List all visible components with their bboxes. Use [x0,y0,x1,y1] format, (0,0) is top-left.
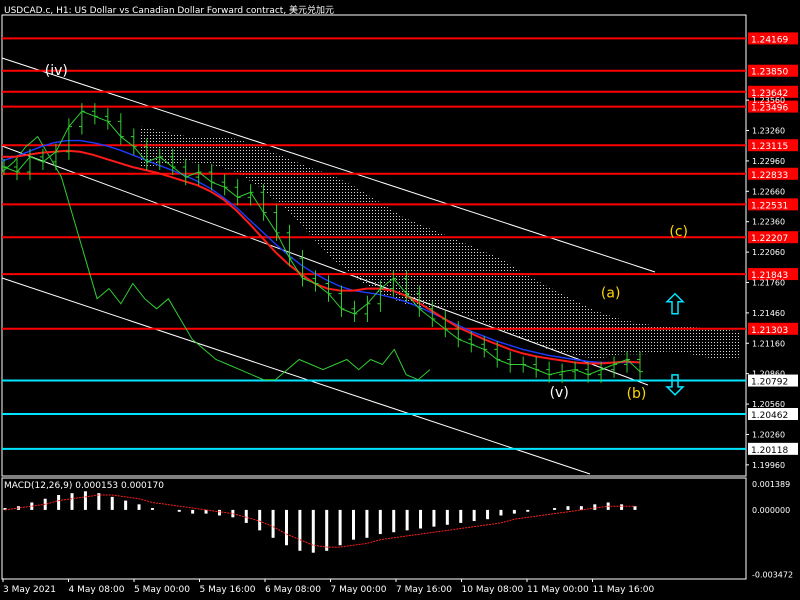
support-label-2: 1.20462 [751,411,788,421]
price-tick-label: 1.23560 [752,96,785,105]
wave-label: (iv) [45,63,68,79]
support-label-3: 1.20118 [751,446,788,456]
time-tick-label: 11 May 00:00 [527,585,589,595]
macd-tick-label: 0.001389 [752,480,790,489]
resistance-label-5: 1.23115 [751,142,788,152]
price-tick-label: 1.20560 [752,400,785,409]
time-tick-label: 5 May 00:00 [134,585,190,595]
support-label-1: 1.20792 [751,378,788,388]
price-tick-label: 1.23260 [752,127,785,136]
price-tick-label: 1.21460 [752,309,785,318]
time-tick-label: 10 May 08:00 [462,585,524,595]
chart-title: USDCAD.c, H1: US Dollar vs Canadian Doll… [4,6,335,16]
wave-label: (a) [601,286,621,302]
resistance-label-6: 1.22833 [751,171,788,181]
price-tick-label: 1.21160 [752,339,785,348]
time-tick-label: 5 May 16:00 [200,585,256,595]
time-tick-label: 3 May 2021 [3,585,56,595]
macd-tick-label: -0.003472 [752,570,793,579]
resistance-label-2: 1.23850 [751,68,788,78]
resistance-label-10: 1.21303 [751,326,788,336]
resistance-label-8: 1.22207 [751,234,788,244]
price-chart[interactable]: (iv)(c)(a)(v) (b) 1.241691.238501.236421.… [0,0,800,600]
macd-tick-label: 0.000000 [752,506,790,515]
price-tick-label: 1.20860 [752,370,785,379]
price-tick-label: 1.21760 [752,278,785,287]
wave-label: (b) [627,386,647,402]
wave-label: (c) [669,224,688,240]
price-tick-label: 1.22960 [752,157,785,166]
price-tick-label: 1.22660 [752,187,785,196]
wave-label: (v) [550,385,569,401]
macd-title: MACD(12,26,9) 0.000153 0.000170 [4,481,164,491]
time-tick-label: 4 May 08:00 [69,585,125,595]
resistance-label-7: 1.22531 [751,201,788,211]
time-tick-label: 11 May 16:00 [593,585,655,595]
price-tick-label: 1.19960 [752,461,785,470]
time-tick-label: 7 May 00:00 [331,585,387,595]
price-tick-label: 1.20260 [752,430,785,439]
price-tick-label: 1.22060 [752,248,785,257]
price-tick-label: 1.22360 [752,218,785,227]
time-tick-label: 7 May 16:00 [396,585,452,595]
resistance-label-1: 1.24169 [751,35,788,45]
time-tick-label: 6 May 08:00 [265,585,321,595]
